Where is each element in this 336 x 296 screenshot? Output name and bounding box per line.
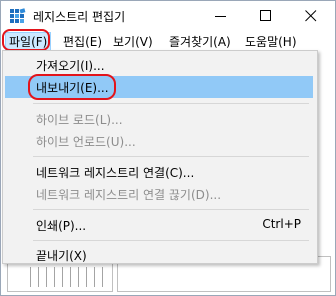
minimize-button[interactable] bbox=[199, 1, 244, 31]
menu-item-import[interactable]: 가져오기(I)... bbox=[5, 54, 313, 76]
file-menu-highlight-ring bbox=[2, 29, 50, 51]
menu-item-load-hive[interactable]: 하이브 로드(L)... bbox=[5, 108, 313, 130]
menu-view[interactable]: 보기(V) bbox=[111, 33, 155, 51]
menu-item-exit-label: 끝내기(X) bbox=[36, 249, 87, 263]
menu-item-exit[interactable]: 끝내기(X) bbox=[5, 244, 313, 266]
menu-item-print-shortcut: Ctrl+P bbox=[262, 217, 301, 231]
menu-item-unload-hive[interactable]: 하이브 언로드(U)... bbox=[5, 130, 313, 152]
menu-item-import-label: 가져오기(I)... bbox=[36, 59, 105, 73]
registry-editor-icon bbox=[9, 8, 26, 25]
maximize-icon bbox=[260, 10, 271, 21]
menu-item-connect-network[interactable]: 네트워크 레지스트리 연결(C)... bbox=[5, 161, 313, 183]
export-highlight-ring bbox=[28, 74, 116, 100]
menu-favorites[interactable]: 즐겨찾기(A) bbox=[167, 33, 233, 51]
menu-item-unload-hive-label: 하이브 언로드(U)... bbox=[36, 135, 136, 149]
menu-separator bbox=[33, 240, 309, 241]
menu-item-print-label: 인쇄(P)... bbox=[36, 219, 87, 233]
menu-edit[interactable]: 편집(E) bbox=[61, 33, 104, 51]
tree-guide-lines bbox=[30, 267, 110, 287]
menu-item-load-hive-label: 하이브 로드(L)... bbox=[36, 113, 123, 127]
menu-item-disconnect-network-label: 네트워크 레지스트리 연결 끊기(D)... bbox=[36, 188, 222, 202]
menu-item-connect-network-label: 네트워크 레지스트리 연결(C)... bbox=[36, 166, 195, 180]
menu-item-disconnect-network[interactable]: 네트워크 레지스트리 연결 끊기(D)... bbox=[5, 183, 313, 205]
menu-separator bbox=[33, 209, 309, 210]
close-button[interactable] bbox=[289, 1, 334, 31]
menu-help[interactable]: 도움말(H) bbox=[243, 33, 299, 51]
menu-item-print[interactable]: 인쇄(P)... Ctrl+P bbox=[5, 214, 313, 236]
menu-separator bbox=[33, 103, 309, 104]
close-icon bbox=[305, 10, 317, 22]
minimize-icon bbox=[215, 16, 226, 17]
maximize-button[interactable] bbox=[244, 1, 289, 31]
menu-separator bbox=[33, 156, 309, 157]
window-title: 레지스트리 편집기 bbox=[33, 10, 126, 24]
title-bar: 레지스트리 편집기 bbox=[1, 1, 335, 31]
